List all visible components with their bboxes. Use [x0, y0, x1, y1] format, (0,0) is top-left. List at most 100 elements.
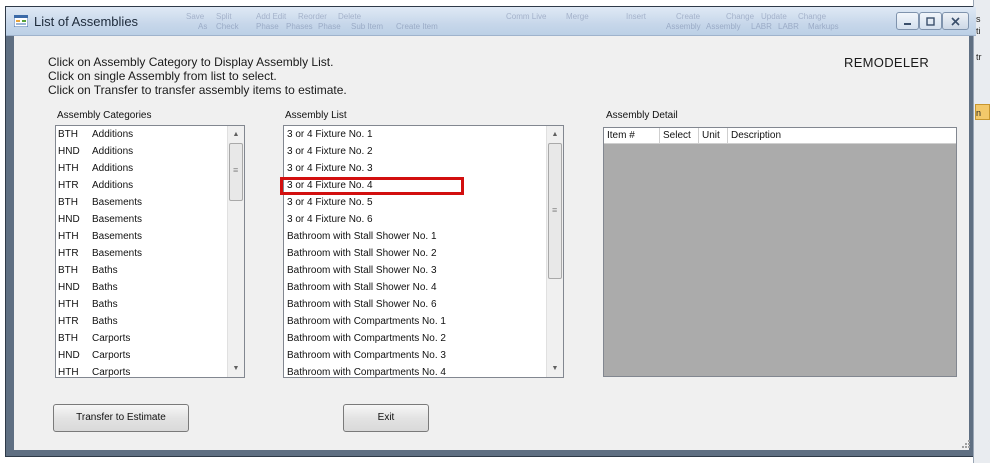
form-icon — [14, 15, 28, 27]
scroll-down-icon[interactable]: ▼ — [547, 360, 563, 377]
list-item[interactable]: 3 or 4 Fixture No. 2 — [284, 143, 548, 160]
detail-header: Item # Select Unit Description — [604, 128, 956, 144]
category-code: HND — [58, 350, 80, 361]
column-header-select[interactable]: Select — [660, 128, 699, 143]
list-item[interactable]: Bathroom with Stall Shower No. 2 — [284, 245, 548, 262]
title-bar[interactable]: List of Assemblies Save Split Add Edit R… — [6, 7, 976, 36]
list-item[interactable]: HTR Baths — [56, 313, 229, 330]
ghost-toolbar-item: Create — [676, 12, 701, 21]
ghost-toolbar-item: Phase — [318, 22, 341, 31]
instruction-line: Click on Transfer to transfer assembly i… — [48, 83, 347, 97]
category-name: Carports — [92, 350, 131, 361]
minimize-icon — [904, 23, 911, 25]
list-item[interactable]: Bathroom with Compartments No. 2 — [284, 330, 548, 347]
list-item[interactable]: BTH Baths — [56, 262, 229, 279]
assembly-name: 3 or 4 Fixture No. 5 — [287, 197, 373, 208]
list-item[interactable]: HND Additions — [56, 143, 229, 160]
list-item[interactable]: HND Baths — [56, 279, 229, 296]
assembly-name: Bathroom with Stall Shower No. 6 — [287, 299, 437, 310]
list-item[interactable]: Bathroom with Stall Shower No. 4 — [284, 279, 548, 296]
column-header-item[interactable]: Item # — [604, 128, 660, 143]
ghost-toolbar-item: Comm Live — [506, 12, 547, 21]
category-code: BTH — [58, 129, 78, 140]
grip-icon: ≡ — [233, 165, 239, 175]
background-toolbar-ghost: Save Split Add Edit Reorder Delete Comm … — [186, 10, 846, 32]
list-item[interactable]: HTH Baths — [56, 296, 229, 313]
categories-scrollbar[interactable]: ▲ ≡ ▼ — [227, 126, 244, 377]
ghost-toolbar-item: Sub Item — [351, 22, 384, 31]
list-item[interactable]: HTH Carports — [56, 364, 229, 377]
resize-grip-icon[interactable] — [961, 439, 971, 449]
category-code: BTH — [58, 197, 78, 208]
scroll-thumb[interactable]: ≡ — [229, 143, 243, 201]
category-code: HND — [58, 282, 80, 293]
list-item[interactable]: HTR Additions — [56, 177, 229, 194]
assembly-list[interactable]: 3 or 4 Fixture No. 1 3 or 4 Fixture No. … — [283, 125, 564, 378]
list-item[interactable]: 3 or 4 Fixture No. 1 — [284, 126, 548, 143]
assembly-list-scrollbar[interactable]: ▲ ≡ ▼ — [546, 126, 563, 377]
list-item[interactable]: Bathroom with Compartments No. 4 — [284, 364, 548, 377]
list-item[interactable]: Bathroom with Stall Shower No. 6 — [284, 296, 548, 313]
close-icon — [951, 17, 960, 26]
maximize-button[interactable] — [919, 12, 942, 30]
assembly-name: 3 or 4 Fixture No. 2 — [287, 146, 373, 157]
column-header-description[interactable]: Description — [728, 128, 956, 143]
transfer-to-estimate-button[interactable]: Transfer to Estimate — [53, 404, 189, 432]
list-item[interactable]: Bathroom with Compartments No. 1 — [284, 313, 548, 330]
close-button[interactable] — [942, 12, 969, 30]
list-item[interactable]: Bathroom with Stall Shower No. 1 — [284, 228, 548, 245]
category-name: Baths — [92, 299, 118, 310]
category-name: Baths — [92, 265, 118, 276]
category-code: BTH — [58, 265, 78, 276]
exit-button[interactable]: Exit — [343, 404, 429, 432]
assembly-name: Bathroom with Stall Shower No. 2 — [287, 248, 437, 259]
assembly-name: 3 or 4 Fixture No. 3 — [287, 163, 373, 174]
assembly-name: Bathroom with Compartments No. 1 — [287, 316, 446, 327]
ghost-toolbar-item: Merge — [566, 12, 589, 21]
list-item[interactable]: BTH Additions — [56, 126, 229, 143]
category-code: HTR — [58, 248, 79, 259]
list-item[interactable]: 3 or 4 Fixture No. 5 — [284, 194, 548, 211]
scroll-down-icon[interactable]: ▼ — [228, 360, 244, 377]
list-item[interactable]: HTR Basements — [56, 245, 229, 262]
category-name: Basements — [92, 214, 143, 225]
scroll-thumb[interactable]: ≡ — [548, 143, 562, 279]
list-item[interactable]: HTH Basements — [56, 228, 229, 245]
category-name: Basements — [92, 197, 143, 208]
list-item[interactable]: Bathroom with Stall Shower No. 3 — [284, 262, 548, 279]
list-item[interactable]: HND Carports — [56, 347, 229, 364]
list-item[interactable]: BTH Carports — [56, 330, 229, 347]
assembly-detail-label: Assembly Detail — [606, 110, 678, 121]
maximize-icon — [926, 17, 935, 26]
ghost-toolbar-item: Split — [216, 12, 232, 21]
scroll-up-icon[interactable]: ▲ — [228, 126, 244, 143]
category-code: HTH — [58, 231, 79, 242]
list-item[interactable]: 3 or 4 Fixture No. 6 — [284, 211, 548, 228]
ghost-toolbar-item: Assembly — [666, 22, 701, 31]
ghost-toolbar-item: Update — [761, 12, 787, 21]
category-code: BTH — [58, 333, 78, 344]
category-code: HTR — [58, 180, 79, 191]
category-code: HTH — [58, 299, 79, 310]
window-title: List of Assemblies — [34, 14, 139, 29]
list-item[interactable]: Bathroom with Compartments No. 3 — [284, 347, 548, 364]
category-name: Baths — [92, 316, 118, 327]
category-name: Baths — [92, 282, 118, 293]
assembly-name: Bathroom with Stall Shower No. 4 — [287, 282, 437, 293]
instruction-line: Click on Assembly Category to Display As… — [48, 55, 334, 69]
list-item[interactable]: HND Basements — [56, 211, 229, 228]
list-item[interactable]: HTH Additions — [56, 160, 229, 177]
ghost-toolbar-item: Delete — [338, 12, 362, 21]
assembly-name: 3 or 4 Fixture No. 6 — [287, 214, 373, 225]
assembly-detail-grid[interactable]: Item # Select Unit Description — [603, 127, 957, 377]
category-code: HND — [58, 146, 80, 157]
list-item[interactable]: BTH Basements — [56, 194, 229, 211]
categories-label: Assembly Categories — [57, 110, 152, 121]
assembly-name: Bathroom with Stall Shower No. 1 — [287, 231, 437, 242]
scroll-up-icon[interactable]: ▲ — [547, 126, 563, 143]
categories-list[interactable]: BTH Additions HND Additions HTH Additions H… — [55, 125, 245, 378]
minimize-button[interactable] — [896, 12, 919, 30]
list-item[interactable]: 3 or 4 Fixture No. 3 — [284, 160, 548, 177]
column-header-unit[interactable]: Unit — [699, 128, 728, 143]
ghost-toolbar-item: Save — [186, 12, 205, 21]
